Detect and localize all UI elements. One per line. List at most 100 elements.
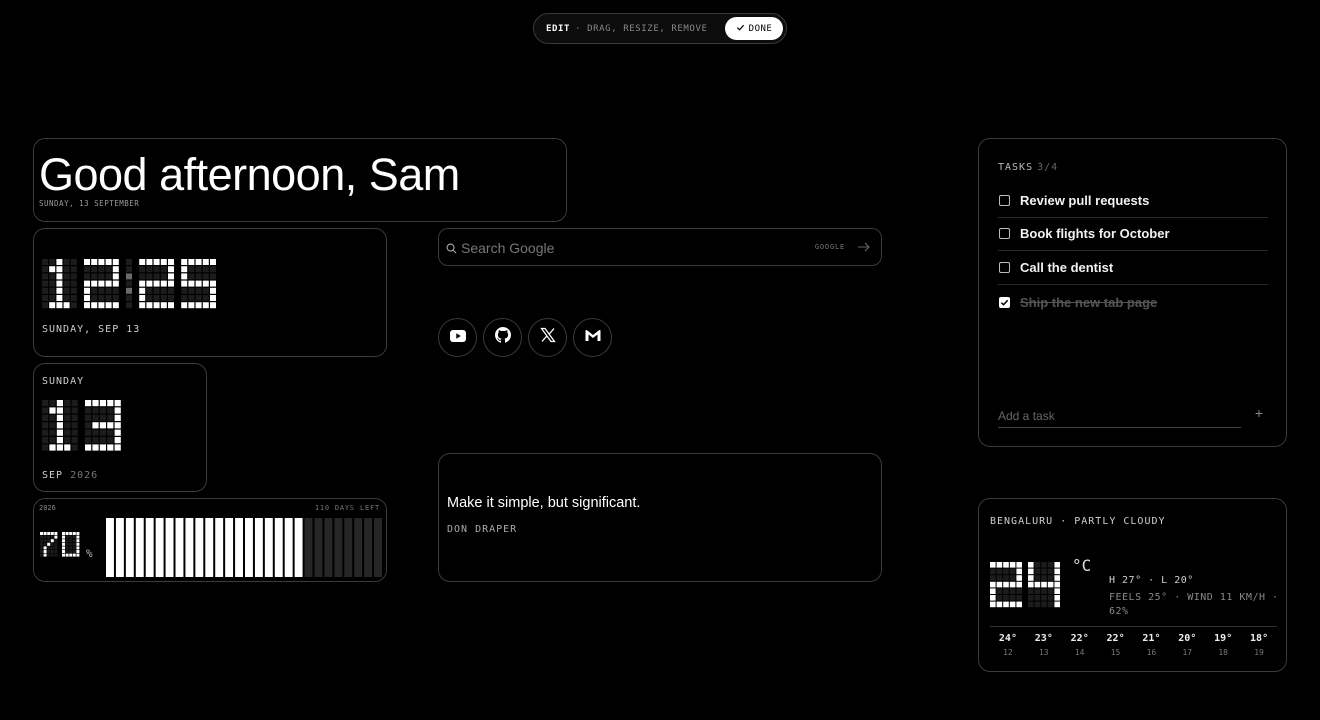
clock-widget[interactable]: SUNDAY, SEP 13: [33, 228, 387, 357]
matrix-dot: [85, 414, 92, 421]
matrix-dot: [98, 280, 105, 287]
matrix-dot: [181, 280, 188, 287]
task-checkbox[interactable]: [999, 195, 1010, 206]
edit-mode-bar: EDIT · DRAG, RESIZE, REMOVE DONE: [533, 13, 787, 44]
task-item[interactable]: Review pull requests: [998, 184, 1268, 218]
forecast-day: 20° 17: [1169, 633, 1205, 657]
shortcut-x[interactable]: [528, 318, 567, 357]
matrix-dot: [65, 550, 69, 553]
matrix-dot: [50, 535, 54, 539]
matrix-dot: [69, 539, 73, 543]
matrix-dot: [43, 535, 47, 539]
matrix-dot: [1028, 562, 1034, 568]
year-progress-segment: [235, 518, 243, 577]
matrix-dot: [1034, 588, 1041, 594]
matrix-dot: [1054, 588, 1060, 594]
matrix-dot: [91, 266, 98, 273]
shortcut-gmail[interactable]: [573, 318, 612, 357]
matrix-dot: [996, 601, 1003, 608]
matrix-dot: [42, 429, 49, 436]
forecast-date: 13: [1038, 648, 1049, 657]
matrix-dot: [49, 259, 56, 265]
matrix-dot: [1016, 575, 1022, 581]
add-task-input[interactable]: [998, 404, 1241, 428]
year-progress-widget[interactable]: 2026 110 DAYS LEFT %: [33, 498, 387, 582]
forecast-temp: 23°: [1034, 633, 1053, 644]
matrix-dot: [210, 287, 216, 294]
matrix-dot: [71, 422, 78, 429]
forecast-day: 23° 13: [1026, 633, 1062, 657]
matrix-dot: [139, 280, 146, 287]
tasks-count: 3/4: [1037, 162, 1059, 173]
matrix-dot: [47, 532, 51, 535]
shortcut-github[interactable]: [483, 318, 522, 357]
matrix-dot: [1003, 568, 1009, 575]
year-progress-segment: [304, 518, 313, 577]
matrix-dot: [1041, 595, 1047, 601]
add-task-button[interactable]: +: [1255, 405, 1263, 421]
matrix-dot: [139, 266, 146, 273]
tasks-widget[interactable]: TASKS 3/4 Review pull requests Book fligh…: [978, 138, 1287, 447]
matrix-dot: [139, 295, 146, 301]
matrix-dot: [63, 302, 70, 309]
weather-unit: °C: [1072, 556, 1092, 575]
forecast-date: 14: [1074, 648, 1085, 657]
matrix-dot: [153, 259, 160, 265]
task-checkbox[interactable]: [999, 228, 1010, 239]
matrix-dot: [168, 302, 174, 309]
task-item[interactable]: Call the dentist: [998, 251, 1268, 285]
matrix-dot: [56, 280, 63, 287]
date-widget[interactable]: SUNDAY SEP 2026: [33, 363, 207, 492]
done-button[interactable]: DONE: [725, 17, 783, 40]
forecast-temp: 20°: [1178, 633, 1197, 644]
shortcut-youtube[interactable]: [438, 318, 477, 357]
forecast-date: 18: [1218, 648, 1228, 657]
year-progress-segment: [155, 518, 164, 577]
greeting-widget[interactable]: Good afternoon, Sam SUNDAY, 13 SEPTEMBER: [33, 138, 567, 222]
task-item[interactable]: Ship the new tab page: [998, 285, 1268, 319]
matrix-dot: [91, 295, 98, 301]
matrix-dot: [105, 280, 112, 287]
matrix-dot: [1009, 581, 1016, 588]
matrix-dot: [64, 414, 71, 421]
matrix-dot: [996, 568, 1003, 575]
check-icon: [1000, 299, 1009, 306]
matrix-dot: [40, 546, 43, 550]
matrix-dot: [84, 302, 90, 309]
matrix-dot: [42, 437, 49, 444]
year-progress-segment: [334, 518, 343, 577]
task-checkbox[interactable]: [999, 262, 1010, 273]
task-checkbox-checked[interactable]: [999, 296, 1010, 308]
search-input[interactable]: [461, 237, 801, 259]
matrix-dot: [56, 407, 63, 414]
matrix-dot: [160, 266, 167, 273]
matrix-dot: [84, 287, 90, 294]
matrix-dot: [990, 568, 996, 575]
matrix-dot: [63, 295, 70, 301]
matrix-dot: [85, 444, 92, 451]
matrix-dot: [49, 280, 56, 287]
task-item[interactable]: Book flights for October: [998, 217, 1268, 251]
matrix-dot: [71, 407, 78, 414]
matrix-dot: [62, 535, 65, 539]
matrix-dot: [54, 550, 58, 553]
matrix-dot: [99, 422, 106, 429]
quote-widget[interactable]: Make it simple, but significant. DON DRA…: [438, 453, 882, 582]
matrix-dot: [1047, 601, 1054, 608]
matrix-dot: [1054, 568, 1060, 575]
matrix-dot: [1003, 575, 1009, 581]
weather-widget[interactable]: BENGALURU · PARTLY CLOUDY °C H 27° · L 2…: [978, 498, 1287, 672]
forecast-date: 15: [1110, 648, 1121, 657]
matrix-dot: [1028, 568, 1034, 575]
matrix-dot: [195, 295, 202, 301]
matrix-dot: [112, 295, 119, 301]
date-month-year: SEP 2026: [42, 470, 98, 481]
matrix-dot: [188, 273, 195, 280]
matrix-dot: [64, 437, 71, 444]
matrix-dot: [181, 287, 188, 294]
matrix-dot: [43, 539, 47, 543]
matrix-dot: [114, 414, 121, 421]
arrow-right-icon[interactable]: [857, 240, 871, 258]
matrix-dot: [69, 542, 73, 546]
matrix-dot: [56, 400, 63, 407]
